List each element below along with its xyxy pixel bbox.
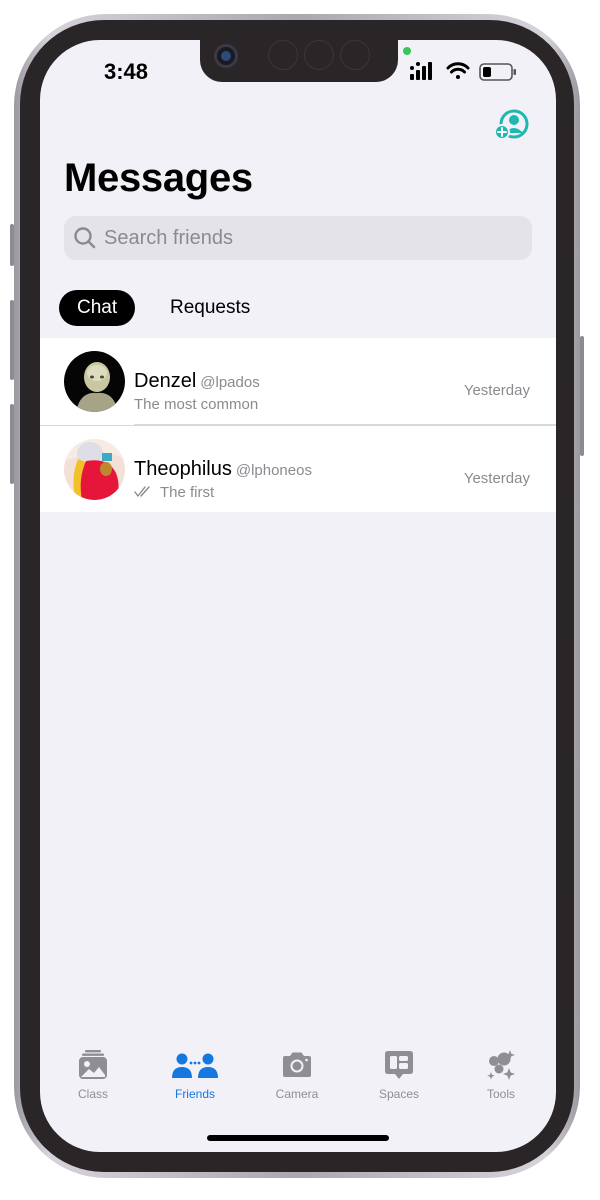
power-button xyxy=(580,336,584,456)
chat-name: Theophilus @lphoneos xyxy=(134,458,312,481)
face-id-sensor xyxy=(340,40,370,70)
screen: 3:48 Messages Search friends Chat Reques… xyxy=(40,40,556,1152)
photo-stack-icon xyxy=(79,1050,107,1079)
tabbar-item-friends[interactable]: Friends xyxy=(144,1048,246,1118)
notch xyxy=(200,40,398,82)
face-id-sensor xyxy=(304,40,334,70)
message-preview: The first xyxy=(134,484,214,501)
status-indicators xyxy=(410,62,516,81)
chat-bubble-icon xyxy=(385,1051,413,1079)
status-icons xyxy=(410,60,530,84)
wifi-icon xyxy=(446,62,470,79)
mute-switch xyxy=(10,224,14,266)
avatar-image xyxy=(64,351,125,412)
tabbar-item-spaces[interactable]: Spaces xyxy=(348,1048,450,1118)
tabbar-label: Class xyxy=(77,1087,108,1101)
search-input[interactable] xyxy=(102,216,522,260)
front-camera-lens xyxy=(214,44,238,68)
avatar xyxy=(64,351,125,412)
tabbar-item-tools[interactable]: Tools xyxy=(450,1048,552,1118)
tabbar-item-camera[interactable]: Camera xyxy=(246,1048,348,1118)
tabbar-label: Spaces xyxy=(378,1087,420,1101)
chat-list: Denzel @lpados The most common Yesterday … xyxy=(40,338,556,512)
add-friend-button[interactable] xyxy=(494,108,530,142)
contact-handle: @lphoneos xyxy=(235,462,312,479)
people-icon xyxy=(172,1053,218,1078)
page-title: Messages xyxy=(64,156,253,200)
message-time: Yesterday xyxy=(463,470,530,487)
avatar xyxy=(64,439,125,500)
volume-down-button xyxy=(10,404,14,484)
battery-icon xyxy=(479,63,516,81)
read-receipt-icon xyxy=(134,486,150,497)
chat-row-theophilus[interactable]: Theophilus @lphoneos The first Yesterday xyxy=(40,425,556,512)
contact-name: Denzel xyxy=(134,370,197,392)
signal-icon xyxy=(410,62,432,80)
status-time: 3:48 xyxy=(104,59,149,84)
search-icon xyxy=(74,227,96,249)
face-id-sensor xyxy=(268,40,298,70)
contact-name: Theophilus xyxy=(134,458,232,480)
home-indicator[interactable] xyxy=(207,1135,389,1141)
tab-requests[interactable]: Requests xyxy=(152,290,268,326)
chat-name: Denzel @lpados xyxy=(134,370,260,393)
camera-in-use-indicator xyxy=(403,47,411,55)
volume-up-button xyxy=(10,300,14,380)
tabbar-label: Camera xyxy=(275,1087,319,1101)
tabbar-item-class[interactable]: Class xyxy=(42,1048,144,1118)
tabbar-label: Friends xyxy=(174,1087,215,1101)
camera-icon xyxy=(283,1052,311,1077)
bottom-tab-bar: Class Friends Camera Spaces Tools xyxy=(40,1048,556,1118)
tab-chat[interactable]: Chat xyxy=(59,290,136,326)
message-preview-text: The first xyxy=(160,484,215,501)
search-bar[interactable] xyxy=(64,216,532,260)
message-preview: The most common xyxy=(134,396,259,413)
avatar-image xyxy=(64,439,125,500)
message-time: Yesterday xyxy=(463,382,530,399)
sparkles-icon xyxy=(487,1050,515,1080)
tabbar-label: Tools xyxy=(486,1087,515,1101)
person-add-icon xyxy=(494,109,529,140)
contact-handle: @lpados xyxy=(200,374,260,391)
chat-row-denzel[interactable]: Denzel @lpados The most common Yesterday xyxy=(40,338,556,425)
